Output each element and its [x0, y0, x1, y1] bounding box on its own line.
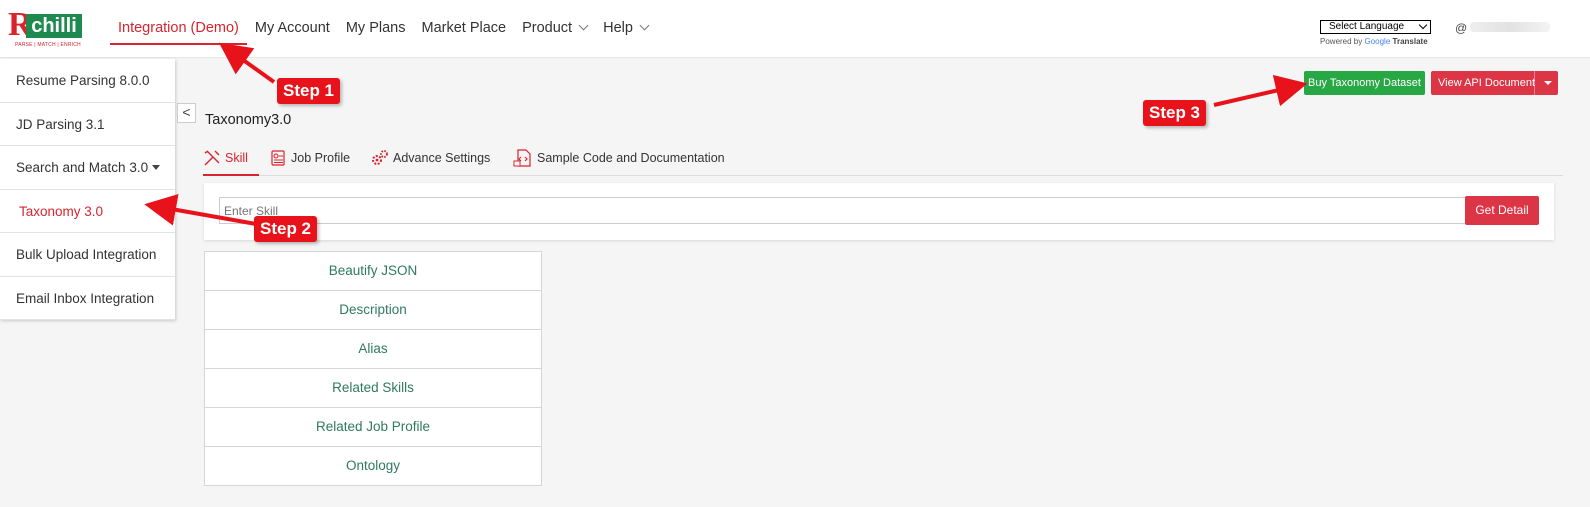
powered-by-google: Powered by Google Translate — [1320, 37, 1428, 46]
option-beautify-json[interactable]: Beautify JSON — [204, 251, 542, 291]
sidebar-item-taxonomy[interactable]: Taxonomy 3.0 — [0, 190, 175, 233]
buy-taxonomy-dataset-button[interactable]: Buy Taxonomy Dataset — [1304, 71, 1425, 95]
nav-market-place[interactable]: Market Place — [413, 0, 514, 58]
tab-job-profile[interactable]: Job Profile — [270, 140, 350, 176]
option-related-skills[interactable]: Related Skills — [204, 368, 542, 408]
nav-integration-demo[interactable]: Integration (Demo) — [110, 0, 247, 58]
step3-arrow — [1213, 75, 1308, 107]
tab-skill[interactable]: Skill — [203, 140, 259, 176]
collapse-sidebar-button[interactable]: < — [177, 103, 196, 123]
nav-my-account[interactable]: My Account — [247, 0, 338, 58]
caret-down-icon — [152, 165, 161, 170]
step1-label: Step 1 — [277, 78, 341, 104]
gears-icon — [372, 149, 388, 165]
step2-label: Step 2 — [254, 216, 318, 242]
output-options-list: Beautify JSON Description Alias Related … — [204, 251, 542, 486]
rchilli-logo[interactable]: R chilli PARSE | MATCH | ENRICH — [8, 8, 84, 52]
chevron-down-icon — [578, 20, 589, 31]
tab-advance-settings[interactable]: Advance Settings — [371, 140, 490, 176]
option-ontology[interactable]: Ontology — [204, 446, 542, 486]
chevron-down-icon — [639, 20, 650, 31]
nav-my-plans[interactable]: My Plans — [338, 0, 414, 58]
nav-help[interactable]: Help — [595, 0, 656, 58]
get-detail-button[interactable]: Get Detail — [1465, 196, 1539, 225]
logo-word: chilli — [26, 14, 82, 38]
skill-search-card: Get Detail — [204, 183, 1554, 240]
option-description[interactable]: Description — [204, 290, 542, 330]
language-select[interactable]: Select Language — [1320, 20, 1431, 34]
api-dropdown-toggle[interactable] — [1534, 71, 1558, 95]
tab-sample-code[interactable]: Sample Code and Documentation — [513, 140, 725, 176]
option-alias[interactable]: Alias — [204, 329, 542, 369]
top-header: R chilli PARSE | MATCH | ENRICH Integrat… — [0, 0, 1590, 58]
sidebar: Resume Parsing 8.0.0 JD Parsing 3.1 Sear… — [0, 59, 175, 320]
view-api-document-button[interactable]: View API Document — [1431, 71, 1558, 95]
google-translate: Select Language Powered by Google Transl… — [1320, 20, 1432, 46]
sidebar-item-jd-parsing[interactable]: JD Parsing 3.1 — [0, 103, 175, 146]
tools-icon — [204, 150, 220, 166]
step3-label: Step 3 — [1143, 100, 1207, 126]
sidebar-item-bulk-upload[interactable]: Bulk Upload Integration — [0, 233, 175, 277]
code-doc-icon — [513, 149, 531, 167]
sidebar-item-search-match[interactable]: Search and Match 3.0 — [0, 146, 175, 190]
taxonomy-tabs: Skill Job Profile Advance Settings Sampl… — [203, 140, 1563, 176]
user-icon[interactable]: @ — [1455, 21, 1467, 35]
user-name-redacted[interactable] — [1470, 22, 1550, 32]
profile-doc-icon — [271, 150, 285, 166]
nav-product[interactable]: Product — [514, 0, 595, 58]
logo-tagline: PARSE | MATCH | ENRICH — [15, 42, 81, 48]
sidebar-item-resume-parsing[interactable]: Resume Parsing 8.0.0 — [0, 59, 175, 103]
main-nav: Integration (Demo) My Account My Plans M… — [110, 0, 656, 58]
option-related-job-profile[interactable]: Related Job Profile — [204, 407, 542, 447]
skill-input[interactable] — [219, 197, 1467, 224]
sidebar-item-email-inbox[interactable]: Email Inbox Integration — [0, 277, 175, 320]
chevron-down-icon — [1418, 20, 1428, 30]
page-title: Taxonomy3.0 — [205, 112, 292, 128]
